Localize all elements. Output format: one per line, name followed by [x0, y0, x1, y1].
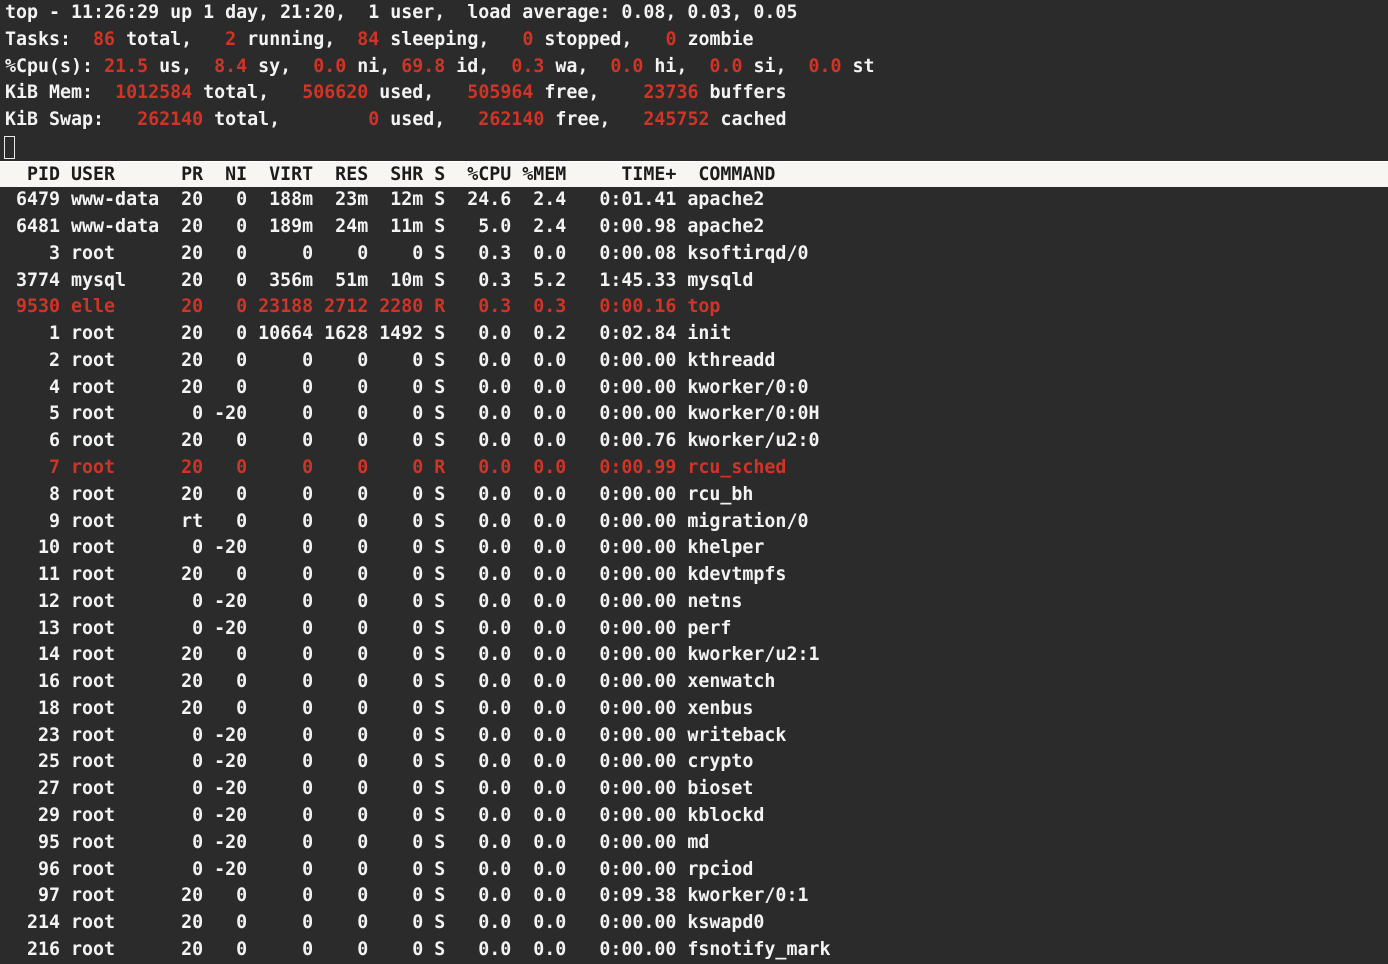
process-row-6481: 6481 www-data 20 0 189m 24m 11m S 5.0 2.…	[5, 214, 1388, 241]
summary-label: wa,	[544, 56, 599, 77]
summary-value: 0	[291, 109, 379, 130]
swap-line: KiB Swap: 262140 total, 0 used, 262140 f…	[5, 107, 1388, 134]
summary-label: buffers	[698, 82, 786, 103]
summary-value: 23736	[610, 82, 698, 103]
summary-value: 262140	[115, 109, 203, 130]
summary-label: hi,	[643, 56, 698, 77]
summary-label: sleeping,	[379, 29, 500, 50]
process-table-header: PID USER PR NI VIRT RES SHR S %CPU %MEM …	[0, 161, 1388, 188]
summary-value: 506620	[280, 82, 368, 103]
summary-value: 0.0	[599, 56, 643, 77]
process-row-14: 14 root 20 0 0 0 0 S 0.0 0.0 0:00.00 kwo…	[5, 642, 1388, 669]
summary-label: KiB Swap:	[5, 109, 115, 130]
process-row-4: 4 root 20 0 0 0 0 S 0.0 0.0 0:00.00 kwor…	[5, 375, 1388, 402]
summary-value: 0	[643, 29, 676, 50]
summary-value: 0.0	[698, 56, 742, 77]
summary-value: 505964	[445, 82, 533, 103]
terminal-cursor	[4, 136, 15, 159]
process-row-9: 9 root rt 0 0 0 0 S 0.0 0.0 0:00.00 migr…	[5, 509, 1388, 536]
summary-label: zombie	[676, 29, 753, 50]
summary-label: ni,	[346, 56, 401, 77]
process-row-9530: 9530 elle 20 0 23188 2712 2280 R 0.3 0.3…	[5, 294, 1388, 321]
process-row-97: 97 root 20 0 0 0 0 S 0.0 0.0 0:09.38 kwo…	[5, 883, 1388, 910]
summary-label: si,	[742, 56, 797, 77]
summary-label: used,	[379, 109, 456, 130]
cursor-line	[5, 134, 1388, 161]
process-row-27: 27 root 0 -20 0 0 0 S 0.0 0.0 0:00.00 bi…	[5, 776, 1388, 803]
terminal-screen[interactable]: top - 11:26:29 up 1 day, 21:20, 1 user, …	[0, 0, 1388, 964]
process-row-10: 10 root 0 -20 0 0 0 S 0.0 0.0 0:00.00 kh…	[5, 535, 1388, 562]
cpu-line: %Cpu(s): 21.5 us, 8.4 sy, 0.0 ni, 69.8 i…	[5, 54, 1388, 81]
process-row-8: 8 root 20 0 0 0 0 S 0.0 0.0 0:00.00 rcu_…	[5, 482, 1388, 509]
summary-label: st	[842, 56, 875, 77]
process-row-23: 23 root 0 -20 0 0 0 S 0.0 0.0 0:00.00 wr…	[5, 723, 1388, 750]
process-row-1: 1 root 20 0 10664 1628 1492 S 0.0 0.2 0:…	[5, 321, 1388, 348]
process-row-12: 12 root 0 -20 0 0 0 S 0.0 0.0 0:00.00 ne…	[5, 589, 1388, 616]
summary-label: total,	[203, 109, 291, 130]
process-row-6479: 6479 www-data 20 0 188m 23m 12m S 24.6 2…	[5, 187, 1388, 214]
summary-value: 86	[82, 29, 115, 50]
uptime-line: top - 11:26:29 up 1 day, 21:20, 1 user, …	[5, 0, 1388, 27]
summary-value: 2	[203, 29, 236, 50]
summary-value: 69.8	[401, 56, 445, 77]
process-row-3: 3 root 20 0 0 0 0 S 0.3 0.0 0:00.08 ksof…	[5, 241, 1388, 268]
process-row-216: 216 root 20 0 0 0 0 S 0.0 0.0 0:00.00 fs…	[5, 937, 1388, 964]
summary-label: total,	[192, 82, 280, 103]
summary-value: 0.3	[500, 56, 544, 77]
summary-value: 1012584	[104, 82, 192, 103]
process-row-7: 7 root 20 0 0 0 0 R 0.0 0.0 0:00.99 rcu_…	[5, 455, 1388, 482]
summary-value: 21.5	[104, 56, 148, 77]
process-row-96: 96 root 0 -20 0 0 0 S 0.0 0.0 0:00.00 rp…	[5, 857, 1388, 884]
summary-label: Tasks:	[5, 29, 82, 50]
summary-label: top - 11:26:29 up 1 day, 21:20, 1 user, …	[5, 2, 797, 23]
mem-line: KiB Mem: 1012584 total, 506620 used, 505…	[5, 80, 1388, 107]
summary-label: id,	[445, 56, 500, 77]
process-row-16: 16 root 20 0 0 0 0 S 0.0 0.0 0:00.00 xen…	[5, 669, 1388, 696]
process-row-5: 5 root 0 -20 0 0 0 S 0.0 0.0 0:00.00 kwo…	[5, 401, 1388, 428]
summary-value: 0.0	[798, 56, 842, 77]
summary-label: free,	[533, 82, 610, 103]
summary-label: stopped,	[533, 29, 643, 50]
summary-label: %Cpu(s):	[5, 56, 104, 77]
process-row-11: 11 root 20 0 0 0 0 S 0.0 0.0 0:00.00 kde…	[5, 562, 1388, 589]
process-row-25: 25 root 0 -20 0 0 0 S 0.0 0.0 0:00.00 cr…	[5, 749, 1388, 776]
summary-value: 0	[500, 29, 533, 50]
process-table: 6479 www-data 20 0 188m 23m 12m S 24.6 2…	[5, 187, 1388, 963]
tasks-line: Tasks: 86 total, 2 running, 84 sleeping,…	[5, 27, 1388, 54]
summary-label: used,	[368, 82, 445, 103]
summary-value: 245752	[621, 109, 709, 130]
summary-label: running,	[236, 29, 346, 50]
process-row-6: 6 root 20 0 0 0 0 S 0.0 0.0 0:00.76 kwor…	[5, 428, 1388, 455]
summary-label: KiB Mem:	[5, 82, 104, 103]
summary-label: cached	[709, 109, 786, 130]
summary-label: total,	[115, 29, 203, 50]
process-row-3774: 3774 mysql 20 0 356m 51m 10m S 0.3 5.2 1…	[5, 268, 1388, 295]
process-row-29: 29 root 0 -20 0 0 0 S 0.0 0.0 0:00.00 kb…	[5, 803, 1388, 830]
summary-value: 262140	[456, 109, 544, 130]
process-row-2: 2 root 20 0 0 0 0 S 0.0 0.0 0:00.00 kthr…	[5, 348, 1388, 375]
summary-value: 84	[346, 29, 379, 50]
summary-label: sy,	[247, 56, 302, 77]
summary-value: 0.0	[302, 56, 346, 77]
process-row-18: 18 root 20 0 0 0 0 S 0.0 0.0 0:00.00 xen…	[5, 696, 1388, 723]
process-row-95: 95 root 0 -20 0 0 0 S 0.0 0.0 0:00.00 md	[5, 830, 1388, 857]
summary-label: us,	[148, 56, 203, 77]
process-row-214: 214 root 20 0 0 0 0 S 0.0 0.0 0:00.00 ks…	[5, 910, 1388, 937]
top-summary-block: top - 11:26:29 up 1 day, 21:20, 1 user, …	[5, 0, 1388, 134]
process-row-13: 13 root 0 -20 0 0 0 S 0.0 0.0 0:00.00 pe…	[5, 616, 1388, 643]
summary-label: free,	[544, 109, 621, 130]
summary-value: 8.4	[203, 56, 247, 77]
